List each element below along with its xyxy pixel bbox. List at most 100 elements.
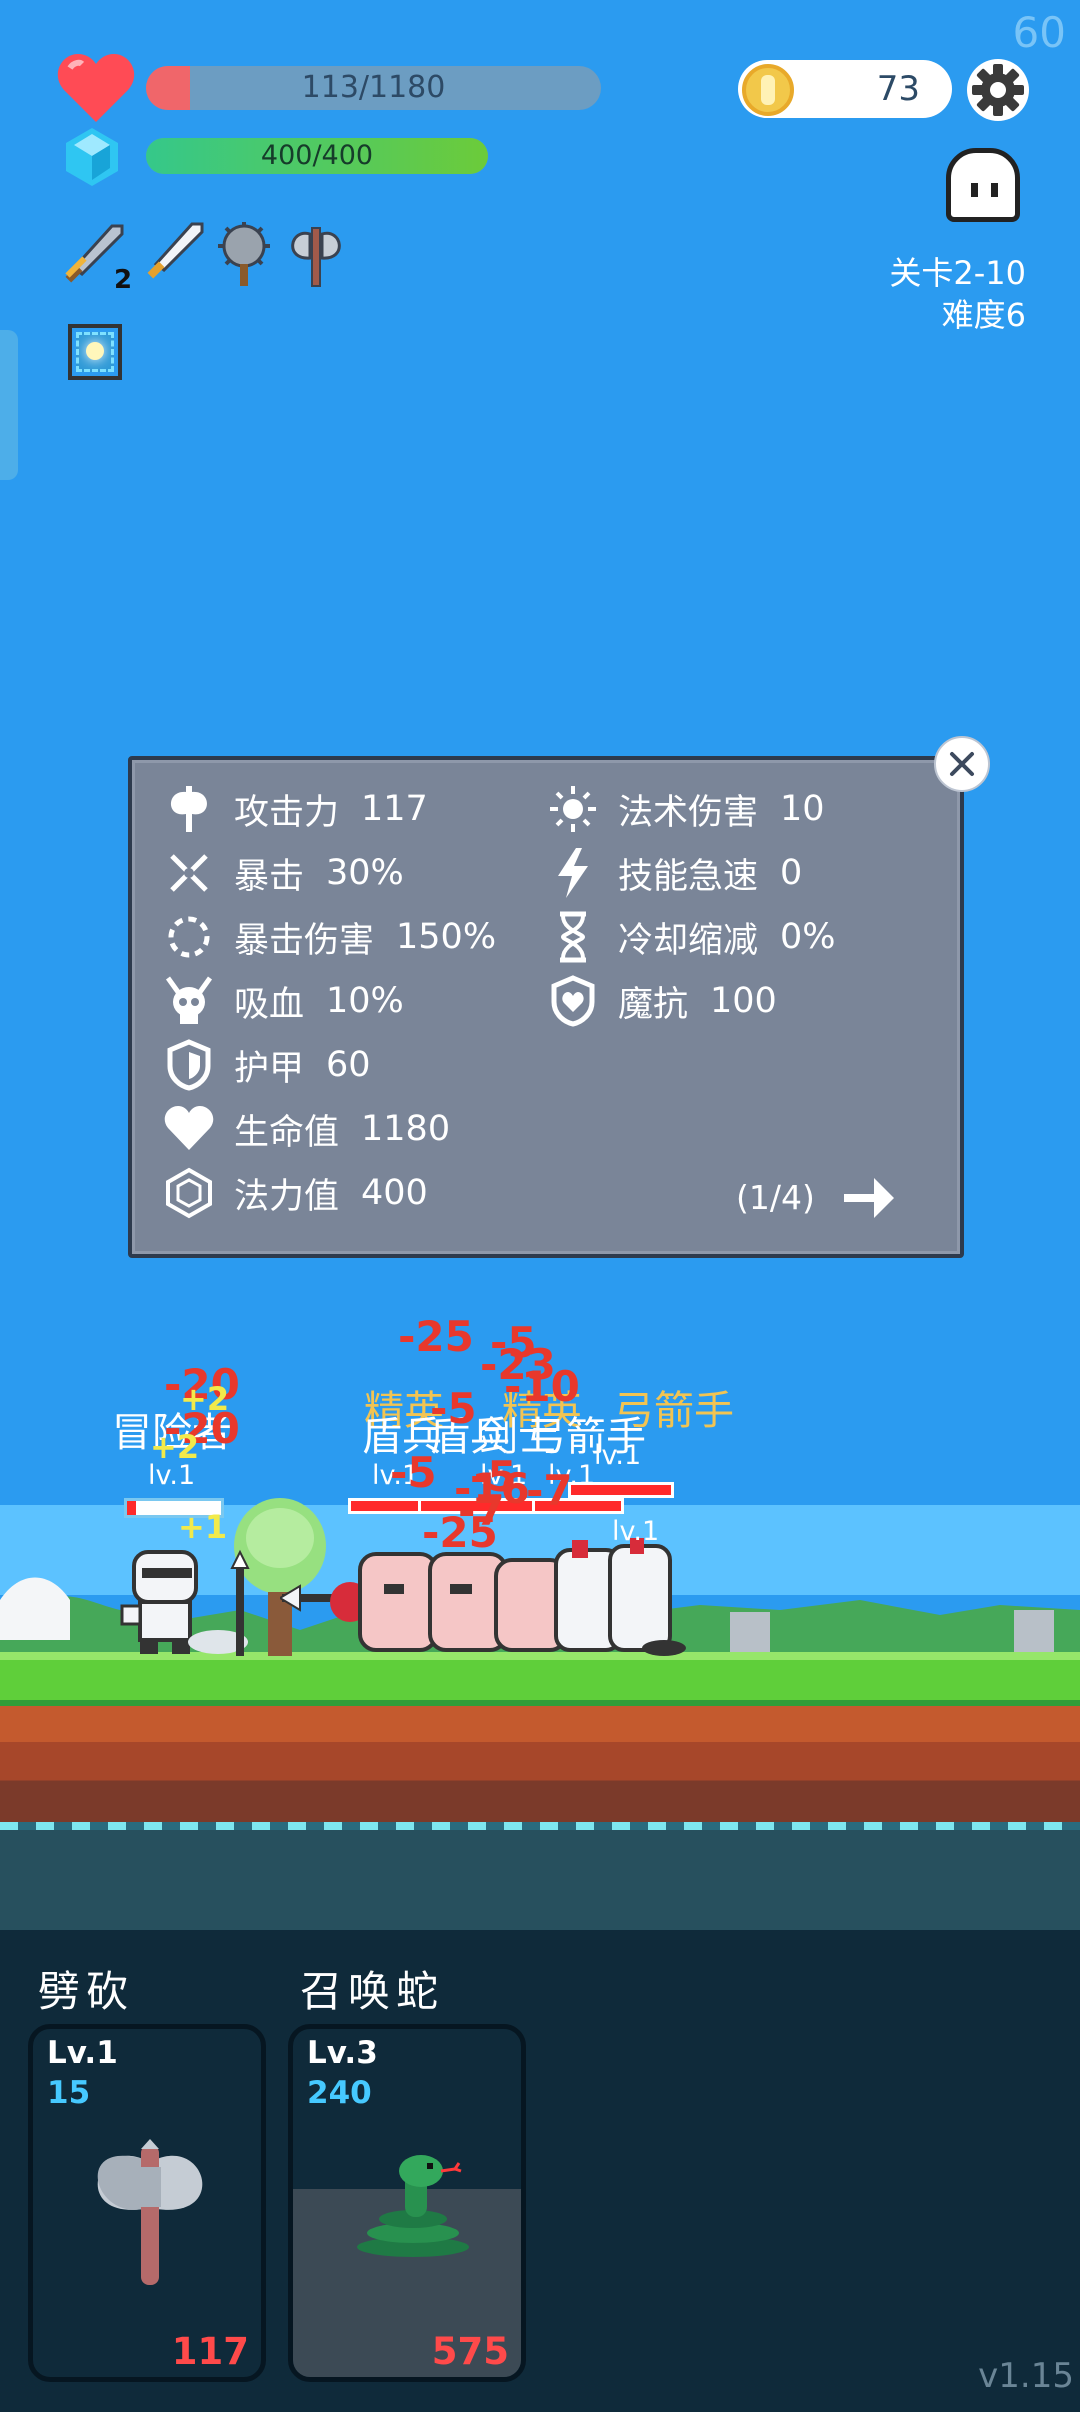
stat-value: 10% xyxy=(326,981,404,1021)
stat-label: 生命值 xyxy=(234,1112,340,1153)
stat-value: 60 xyxy=(326,1045,371,1085)
difficulty-label: 难度6 xyxy=(941,296,1026,334)
damage-number: -10 xyxy=(504,1362,580,1411)
skill-cost: 15 xyxy=(47,2075,91,2111)
stat-label: 法术伤害 xyxy=(618,792,759,833)
stat-value: 30% xyxy=(326,853,404,893)
stat-value: 10 xyxy=(780,789,825,829)
hero-heal-number: +1 xyxy=(178,1508,228,1546)
coin-icon xyxy=(742,64,794,116)
heart-icon xyxy=(57,54,135,122)
stat-label: 护甲 xyxy=(234,1048,305,1089)
buff-lightbulb-icon[interactable] xyxy=(68,324,122,380)
stage-info: 关卡2-10 难度6 xyxy=(889,252,1026,336)
page-indicator: (1/4) xyxy=(736,1178,815,1217)
water-edge xyxy=(0,1822,1080,1830)
stat-value: 400 xyxy=(361,1173,428,1213)
stat-label: 法力值 xyxy=(234,1176,340,1217)
skill-name: 召唤蛇 xyxy=(300,1967,445,2016)
stat-label: 吸血 xyxy=(234,984,305,1025)
version-label: v1.15 xyxy=(978,2356,1074,2396)
skill-card-cleave[interactable]: Lv.1 15 117 xyxy=(28,2024,266,2382)
mana-hexagon-icon xyxy=(162,1166,234,1220)
pig-shield-enemy xyxy=(358,1552,438,1652)
stat-label: 暴击 xyxy=(234,856,305,897)
ground-dirt xyxy=(0,1706,1080,1826)
equipped-weapons: 2 xyxy=(65,222,341,290)
stat-value: 150% xyxy=(396,917,497,957)
stat-row: 吸血 10% xyxy=(162,972,404,1030)
stat-label: 魔抗 xyxy=(618,984,689,1025)
stat-value: 117 xyxy=(361,789,428,829)
enemy-hp-bar xyxy=(568,1482,674,1498)
close-icon xyxy=(950,752,974,776)
stat-row: 攻击力 117 xyxy=(162,780,428,838)
stat-row: 暴击伤害 150% xyxy=(162,908,496,966)
damage-number: -25 xyxy=(398,1312,474,1361)
sword-badge: 2 xyxy=(114,265,132,290)
hero-knight-sprite xyxy=(120,1549,250,1656)
damage-number: -5 xyxy=(430,1384,477,1433)
mace-icon xyxy=(218,222,270,286)
enemy-level: lv.1 xyxy=(612,1516,660,1547)
next-page-arrow-icon[interactable] xyxy=(840,1172,896,1224)
stat-label: 技能急速 xyxy=(618,856,759,897)
lifesteal-skull-icon xyxy=(162,974,234,1028)
close-button[interactable] xyxy=(934,736,990,792)
crit-damage-icon xyxy=(162,910,234,964)
hero-heal-number: +2 xyxy=(150,1428,200,1466)
damage-number: -25 xyxy=(422,1508,498,1557)
skill-damage: 117 xyxy=(171,2330,249,2373)
skill-level: Lv.1 xyxy=(47,2035,118,2071)
stat-row: 生命值 1180 xyxy=(162,1100,450,1158)
ghost-pet-icon[interactable] xyxy=(946,148,1020,222)
stat-row: 魔抗 100 xyxy=(546,972,777,1030)
side-drawer-tab[interactable] xyxy=(0,330,18,480)
white-archer-enemy xyxy=(608,1538,686,1656)
armor-shield-icon xyxy=(162,1038,234,1092)
stat-row: 技能急速 0 xyxy=(546,844,802,902)
mana-crystal-icon xyxy=(66,128,118,186)
stat-row: 法术伤害 10 xyxy=(546,780,825,838)
sun-icon xyxy=(546,782,618,836)
mp-text: 400/400 xyxy=(260,140,374,171)
gear-icon[interactable] xyxy=(966,58,1030,122)
stat-value: 1180 xyxy=(361,1109,451,1149)
battle-axe-icon xyxy=(97,2139,203,2285)
stat-row: 法力值 400 xyxy=(162,1164,428,1222)
sword-icon xyxy=(147,222,204,279)
heart-icon xyxy=(162,1102,234,1156)
snake-icon xyxy=(357,2155,469,2257)
skill-damage: 575 xyxy=(431,2330,509,2373)
damage-number: -7 xyxy=(526,1466,573,1515)
damage-number: -5 xyxy=(390,1448,437,1497)
double-axe-icon xyxy=(291,227,341,287)
skill-cost: 240 xyxy=(307,2075,372,2111)
water xyxy=(0,1830,1080,1930)
svg-text:2: 2 xyxy=(114,265,132,290)
stat-value: 0 xyxy=(780,853,803,893)
axe-icon xyxy=(162,782,234,836)
stat-value: 0% xyxy=(780,917,836,957)
hp-bar: 113/1180 xyxy=(146,66,601,110)
skill-name: 劈砍 xyxy=(38,1967,135,2016)
fps-counter: 60 xyxy=(1012,8,1066,57)
skill-card-summon-snake[interactable]: Lv.3 240 575 xyxy=(288,2024,526,2382)
stage-label: 关卡2-10 xyxy=(889,254,1026,292)
hourglass-icon xyxy=(546,910,618,964)
stat-label: 暴击伤害 xyxy=(234,920,375,961)
stat-label: 攻击力 xyxy=(234,792,340,833)
skill-level: Lv.3 xyxy=(307,2035,378,2071)
hero-hp-bar-fill xyxy=(127,1501,137,1515)
stat-value: 100 xyxy=(710,981,777,1021)
magic-shield-icon xyxy=(546,974,618,1028)
ground-grass xyxy=(0,1652,1080,1706)
hero-heal-number: +2 xyxy=(180,1380,230,1418)
stat-row: 护甲 60 xyxy=(162,1036,371,1094)
hp-text: 113/1180 xyxy=(301,70,446,105)
enemy-level: lv.1 xyxy=(594,1440,642,1471)
crit-icon xyxy=(162,846,234,900)
stat-label: 冷却缩减 xyxy=(618,920,759,961)
stat-row: 暴击 30% xyxy=(162,844,404,902)
stat-row: 冷却缩减 0% xyxy=(546,908,836,966)
